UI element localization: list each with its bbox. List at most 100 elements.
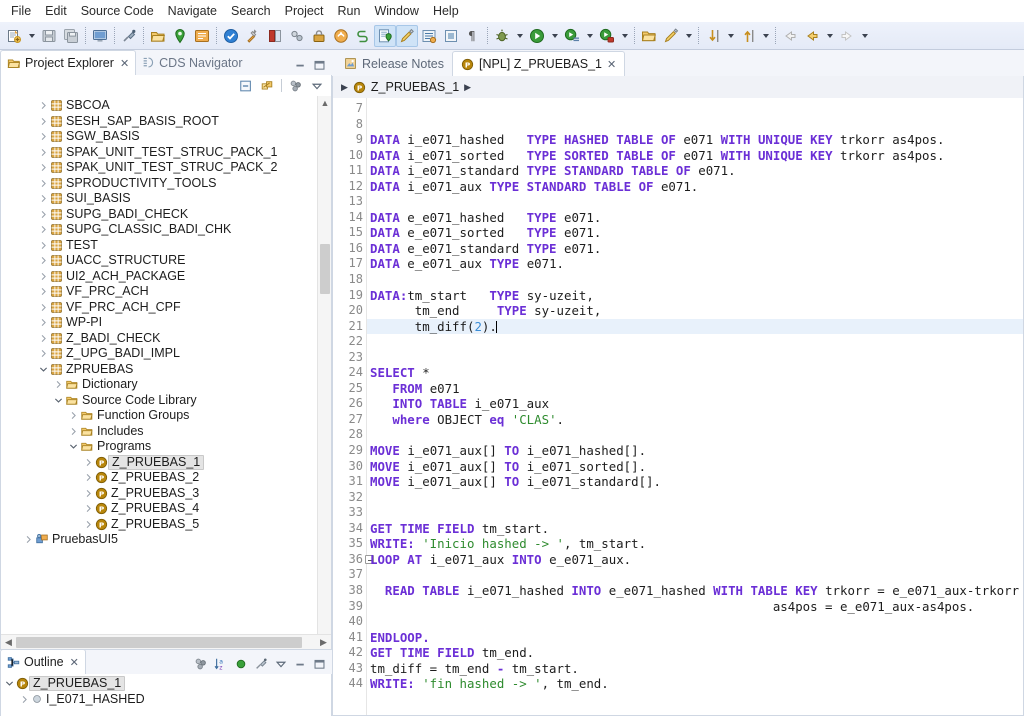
chevron-right-icon[interactable]: [22, 535, 35, 544]
code-line[interactable]: DATA i_e071_hashed TYPE HASHED TABLE OF …: [367, 132, 1023, 148]
chevron-right-icon[interactable]: [37, 179, 50, 188]
sort-icon[interactable]: az: [214, 657, 228, 671]
code-line[interactable]: where OBJECT eq 'CLAS'.: [367, 412, 1023, 428]
backward-history-icon[interactable]: [801, 25, 823, 47]
code-line[interactable]: DATA e_e071_hashed TYPE e071.: [367, 210, 1023, 226]
open-abap-repository-object-icon[interactable]: [169, 25, 191, 47]
tree-item[interactable]: Dictionary: [1, 377, 331, 393]
console-icon[interactable]: [89, 25, 111, 47]
link-with-editor-icon[interactable]: [260, 79, 274, 93]
tree-item[interactable]: VF_PRC_ACH_CPF: [1, 300, 331, 316]
backward-history-dropdown-arrow[interactable]: [823, 25, 836, 47]
tree-item[interactable]: P Z_PRUEBAS_2: [1, 470, 331, 486]
tree-item[interactable]: Function Groups: [1, 408, 331, 424]
maximize-icon[interactable]: [313, 658, 326, 671]
tree-item[interactable]: P Z_PRUEBAS_1: [1, 676, 331, 692]
save-icon[interactable]: [38, 25, 60, 47]
save-all-icon[interactable]: [60, 25, 82, 47]
hscroll-track[interactable]: [16, 635, 316, 650]
next-annotation-icon[interactable]: [702, 25, 724, 47]
tree-item[interactable]: P Z_PRUEBAS_3: [1, 486, 331, 502]
pretty-printer-icon[interactable]: [396, 24, 418, 47]
link-with-editor-icon[interactable]: [254, 657, 268, 671]
where-used-icon[interactable]: [352, 25, 374, 47]
menu-file[interactable]: File: [4, 1, 38, 21]
code-line[interactable]: DATA i_e071_aux TYPE STANDARD TABLE OF e…: [367, 179, 1023, 195]
toggle-block-selection-icon[interactable]: [440, 25, 462, 47]
code-line[interactable]: DATA e_e071_standard TYPE e071.: [367, 241, 1023, 257]
tree-item[interactable]: I_E071_HASHED: [1, 692, 331, 708]
menu-window[interactable]: Window: [367, 1, 425, 21]
tree-item[interactable]: Programs: [1, 439, 331, 455]
chevron-right-icon[interactable]: [82, 458, 95, 467]
chevron-right-icon[interactable]: [82, 520, 95, 529]
menu-source-code[interactable]: Source Code: [74, 1, 161, 21]
quick-fix-dropdown-arrow[interactable]: [682, 25, 695, 47]
tab-cds-navigator[interactable]: CDS Navigator: [136, 50, 248, 75]
chevron-right-icon[interactable]: [37, 272, 50, 281]
tree-item[interactable]: SESH_SAP_BASIS_ROOT: [1, 114, 331, 130]
scroll-up-icon[interactable]: ▲: [318, 96, 331, 110]
hide-fields-icon[interactable]: [234, 657, 248, 671]
debug-icon[interactable]: [491, 25, 513, 47]
code-line[interactable]: [367, 272, 1023, 288]
code-line[interactable]: MOVE i_e071_aux[] TO i_e071_hashed[].: [367, 443, 1023, 459]
tree-item[interactable]: SUI_BASIS: [1, 191, 331, 207]
transport-icon[interactable]: [330, 25, 352, 47]
quick-fix-icon[interactable]: [660, 25, 682, 47]
abap-trace-icon[interactable]: [286, 25, 308, 47]
chevron-right-icon[interactable]: [82, 473, 95, 482]
show-whitespace-icon[interactable]: ¶: [462, 25, 484, 47]
code-line[interactable]: DATA i_e071_sorted TYPE SORTED TABLE OF …: [367, 148, 1023, 164]
open-resource-icon[interactable]: [638, 25, 660, 47]
chevron-right-icon[interactable]: [37, 303, 50, 312]
forward-history-dropdown-arrow[interactable]: [858, 25, 871, 47]
chevron-right-icon[interactable]: [37, 101, 50, 110]
code-line[interactable]: [367, 334, 1023, 350]
code-line[interactable]: INTO TABLE i_e071_aux: [367, 396, 1023, 412]
tree-item[interactable]: Z_BADI_CHECK: [1, 331, 331, 347]
tree-item[interactable]: P Z_PRUEBAS_1: [1, 454, 331, 471]
tab-release-notes[interactable]: Release Notes: [336, 51, 452, 76]
code-line[interactable]: tm_end TYPE sy-uzeit,: [367, 303, 1023, 319]
code-line[interactable]: [367, 505, 1023, 521]
chevron-right-icon[interactable]: [82, 489, 95, 498]
chevron-right-icon[interactable]: [82, 504, 95, 513]
breadcrumb-chevron-right-icon[interactable]: ▶: [464, 82, 471, 93]
code-line[interactable]: WRITE: 'fin hashed -> ', tm_end.: [367, 676, 1023, 692]
chevron-right-icon[interactable]: [52, 380, 65, 389]
run-as-dropdown-arrow[interactable]: [618, 25, 631, 47]
code-line[interactable]: DATA e_e071_aux TYPE e071.: [367, 256, 1023, 272]
open-task-icon[interactable]: [418, 25, 440, 47]
tree-item[interactable]: SUPG_CLASSIC_BADI_CHK: [1, 222, 331, 238]
tree-item[interactable]: SPRODUCTIVITY_TOOLS: [1, 176, 331, 192]
code-line[interactable]: DATA e_e071_sorted TYPE e071.: [367, 225, 1023, 241]
chevron-right-icon[interactable]: [18, 695, 31, 704]
menu-edit[interactable]: Edit: [38, 1, 74, 21]
tree-item[interactable]: SBCOA: [1, 98, 331, 114]
tree-item[interactable]: Includes: [1, 424, 331, 440]
code-line[interactable]: LOOP AT i_e071_aux INTO e_e071_aux.: [367, 552, 1023, 568]
chevron-right-icon[interactable]: [37, 318, 50, 327]
code-line[interactable]: [367, 350, 1023, 366]
view-menu-icon[interactable]: [274, 657, 288, 671]
menu-project[interactable]: Project: [278, 1, 331, 21]
close-icon[interactable]: ✕: [70, 656, 79, 669]
code-line[interactable]: ENDLOOP.: [367, 630, 1023, 646]
project-explorer-tree[interactable]: SBCOA SESH_SAP_BASIS_ROOT SGW_BASIS SPAK_UN…: [1, 96, 331, 548]
view-menu-icon[interactable]: [310, 79, 324, 93]
maximize-icon[interactable]: [313, 59, 326, 72]
activate-icon[interactable]: [220, 25, 242, 47]
run-dropdown-arrow[interactable]: [548, 25, 561, 47]
code-line[interactable]: as4pos = e_e071_aux-as4pos.: [367, 599, 1023, 615]
abap-unit-icon[interactable]: [242, 25, 264, 47]
code-line[interactable]: FROM e071: [367, 381, 1023, 397]
menu-search[interactable]: Search: [224, 1, 278, 21]
chevron-right-icon[interactable]: [37, 132, 50, 141]
tree-item[interactable]: SGW_BASIS: [1, 129, 331, 145]
code-line[interactable]: MOVE i_e071_aux[] TO i_e071_sorted[].: [367, 459, 1023, 475]
new-icon[interactable]: [3, 25, 25, 47]
code-line[interactable]: READ TABLE i_e071_hashed INTO e_e071_has…: [367, 583, 1023, 599]
code-line[interactable]: GET TIME FIELD tm_start.: [367, 521, 1023, 537]
code-line[interactable]: tm_diff = tm_end - tm_start.: [367, 661, 1023, 677]
